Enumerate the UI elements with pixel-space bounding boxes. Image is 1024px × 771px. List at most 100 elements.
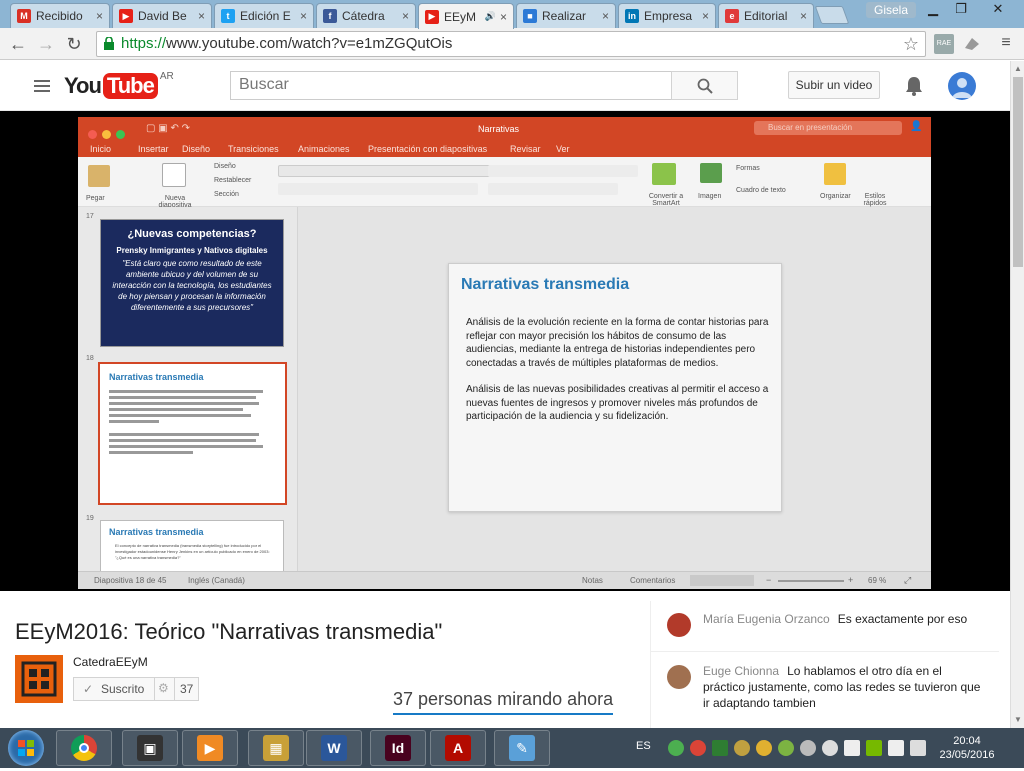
app-tray-icon[interactable] bbox=[712, 740, 728, 756]
main-slide[interactable]: Narrativas transmedia Análisis de la evo… bbox=[448, 263, 782, 512]
notes-button[interactable]: Notas bbox=[582, 576, 603, 585]
scroll-down-icon[interactable]: ▼ bbox=[1013, 715, 1023, 725]
taskbar-app-button[interactable]: Id bbox=[370, 730, 426, 766]
chat-author[interactable]: María Eugenia Orzanco bbox=[703, 612, 830, 626]
browser-tab[interactable]: in Empresa × bbox=[618, 3, 716, 28]
fit-window-icon[interactable]: ⤢ bbox=[904, 575, 911, 586]
nvidia-icon[interactable] bbox=[866, 740, 882, 756]
avatar[interactable] bbox=[667, 665, 691, 689]
language-indicator[interactable]: ES bbox=[636, 740, 651, 752]
chat-tray-icon[interactable] bbox=[800, 740, 816, 756]
volume-icon[interactable] bbox=[888, 740, 904, 756]
arrange-icon[interactable] bbox=[824, 163, 846, 185]
comments-button[interactable]: Comentarios bbox=[630, 576, 675, 585]
app-tray-icon[interactable] bbox=[756, 740, 772, 756]
channel-name[interactable]: CatedraEEyM bbox=[73, 655, 148, 669]
pp-ribbon-tab[interactable]: Diseño bbox=[182, 144, 210, 154]
alignment-buttons[interactable] bbox=[488, 183, 618, 195]
new-tab-button[interactable] bbox=[814, 6, 850, 24]
pp-ribbon-tab[interactable]: Revisar bbox=[510, 144, 541, 154]
pp-ribbon-tab[interactable]: Transiciones bbox=[228, 144, 279, 154]
extension-icon-2[interactable] bbox=[962, 34, 982, 54]
close-window-icon[interactable]: ✕ bbox=[980, 0, 1016, 20]
pp-ribbon-tab[interactable]: Presentación con diapositivas bbox=[368, 144, 487, 154]
close-tab-icon[interactable]: × bbox=[402, 9, 409, 23]
taskbar-app-button[interactable]: ✎ bbox=[494, 730, 550, 766]
close-tab-icon[interactable]: × bbox=[96, 9, 103, 23]
subscribe-button[interactable]: ✓ Suscrito ⚙ 37 bbox=[73, 677, 199, 701]
textbox-label[interactable]: Cuadro de texto bbox=[736, 187, 786, 194]
menu-icon[interactable]: ≡ bbox=[996, 34, 1016, 54]
pp-ribbon-tab[interactable]: Animaciones bbox=[298, 144, 350, 154]
profile-button[interactable]: Gisela bbox=[866, 2, 917, 18]
reload-icon[interactable]: ↻ bbox=[62, 32, 86, 56]
share-user-icon[interactable]: 👤 bbox=[910, 121, 922, 132]
taskbar-app-button[interactable]: ▶ bbox=[182, 730, 238, 766]
restore-icon[interactable]: ❐ bbox=[946, 0, 976, 20]
chrome-tray-icon[interactable] bbox=[690, 740, 706, 756]
font-format-buttons[interactable] bbox=[278, 183, 478, 195]
view-buttons[interactable] bbox=[690, 575, 754, 586]
taskbar-app-button[interactable]: A bbox=[430, 730, 486, 766]
slide-thumbnail[interactable]: Narrativas transmedia El concepto de nar… bbox=[100, 520, 284, 575]
scroll-thumb[interactable] bbox=[1013, 77, 1023, 267]
taskbar-app-button[interactable]: ▦ bbox=[248, 730, 304, 766]
image-icon[interactable] bbox=[700, 163, 722, 183]
browser-tab[interactable]: ▶ EEyM 🔊 × bbox=[418, 3, 514, 29]
extension-icon[interactable]: RAE bbox=[934, 34, 954, 54]
pp-search-input[interactable]: Buscar en presentación bbox=[754, 121, 902, 135]
pp-ribbon-tab[interactable]: Inicio bbox=[90, 144, 111, 154]
guide-menu-icon[interactable] bbox=[34, 80, 50, 92]
paragraph-buttons[interactable] bbox=[488, 165, 638, 177]
start-button[interactable] bbox=[8, 730, 44, 766]
sync-icon[interactable] bbox=[822, 740, 838, 756]
layout-label[interactable]: Diseño bbox=[214, 163, 236, 170]
avatar[interactable] bbox=[667, 613, 691, 637]
slide-thumbnail-selected[interactable]: Narrativas transmedia bbox=[98, 362, 287, 505]
notifications-bell-icon[interactable] bbox=[902, 74, 926, 98]
pp-ribbon-tab[interactable]: Insertar bbox=[138, 144, 169, 154]
scroll-up-icon[interactable]: ▲ bbox=[1013, 64, 1023, 74]
address-bar[interactable]: https://www.youtube.com/watch?v=e1mZGQut… bbox=[96, 31, 926, 57]
smartart-icon[interactable] bbox=[652, 163, 676, 185]
browser-tab[interactable]: M Recibido × bbox=[10, 3, 110, 28]
torrent-icon[interactable] bbox=[668, 740, 684, 756]
shapes-label[interactable]: Formas bbox=[736, 165, 760, 172]
forward-icon[interactable]: → bbox=[34, 32, 58, 56]
browser-tab[interactable]: t Edición E × bbox=[214, 3, 314, 28]
zoom-slider[interactable] bbox=[778, 580, 844, 582]
upload-button[interactable]: Subir un video bbox=[788, 71, 880, 99]
slide-thumbnail[interactable]: ¿Nuevas competencias? Prensky Inmigrante… bbox=[100, 219, 284, 347]
close-tab-icon[interactable]: × bbox=[702, 9, 709, 23]
channel-logo[interactable] bbox=[15, 655, 63, 703]
taskbar-app-button[interactable]: W bbox=[306, 730, 362, 766]
pp-ribbon-tab[interactable]: Ver bbox=[556, 144, 570, 154]
paste-icon[interactable] bbox=[88, 165, 110, 187]
font-selector[interactable] bbox=[278, 165, 498, 177]
app-tray-icon[interactable] bbox=[734, 740, 750, 756]
close-tab-icon[interactable]: × bbox=[602, 9, 609, 23]
zoom-in-icon[interactable]: + bbox=[848, 575, 853, 585]
clock[interactable]: 20:04 23/05/2016 bbox=[932, 734, 1002, 762]
video-player[interactable]: ▢ ▣ ↶ ↷ Narrativas Buscar en presentació… bbox=[0, 111, 1010, 591]
taskbar-app-button[interactable] bbox=[56, 730, 112, 766]
zoom-out-icon[interactable]: − bbox=[766, 575, 771, 585]
page-scrollbar[interactable]: ▲ ▼ bbox=[1010, 61, 1024, 728]
search-input[interactable]: Buscar bbox=[230, 71, 672, 100]
browser-tab[interactable]: f Cátedra × bbox=[316, 3, 416, 28]
minimize-icon[interactable]: ▁ bbox=[918, 0, 948, 20]
avatar[interactable] bbox=[948, 72, 976, 100]
audio-playing-icon[interactable]: 🔊 bbox=[485, 11, 496, 22]
browser-tab[interactable]: e Editorial × bbox=[718, 3, 814, 28]
browser-tab[interactable]: ■ Realizar × bbox=[516, 3, 616, 28]
chat-author[interactable]: Euge Chionna bbox=[703, 664, 779, 678]
youtube-logo[interactable]: You Tube AR bbox=[64, 71, 174, 101]
settings-gear-icon[interactable]: ⚙ bbox=[158, 681, 169, 695]
bookmark-star-icon[interactable]: ☆ bbox=[903, 32, 919, 56]
flag-icon[interactable] bbox=[844, 740, 860, 756]
network-icon[interactable] bbox=[910, 740, 926, 756]
back-icon[interactable]: ← bbox=[6, 32, 30, 56]
reset-label[interactable]: Restablecer bbox=[214, 177, 251, 184]
section-label[interactable]: Sección bbox=[214, 191, 239, 198]
close-tab-icon[interactable]: × bbox=[198, 9, 205, 23]
